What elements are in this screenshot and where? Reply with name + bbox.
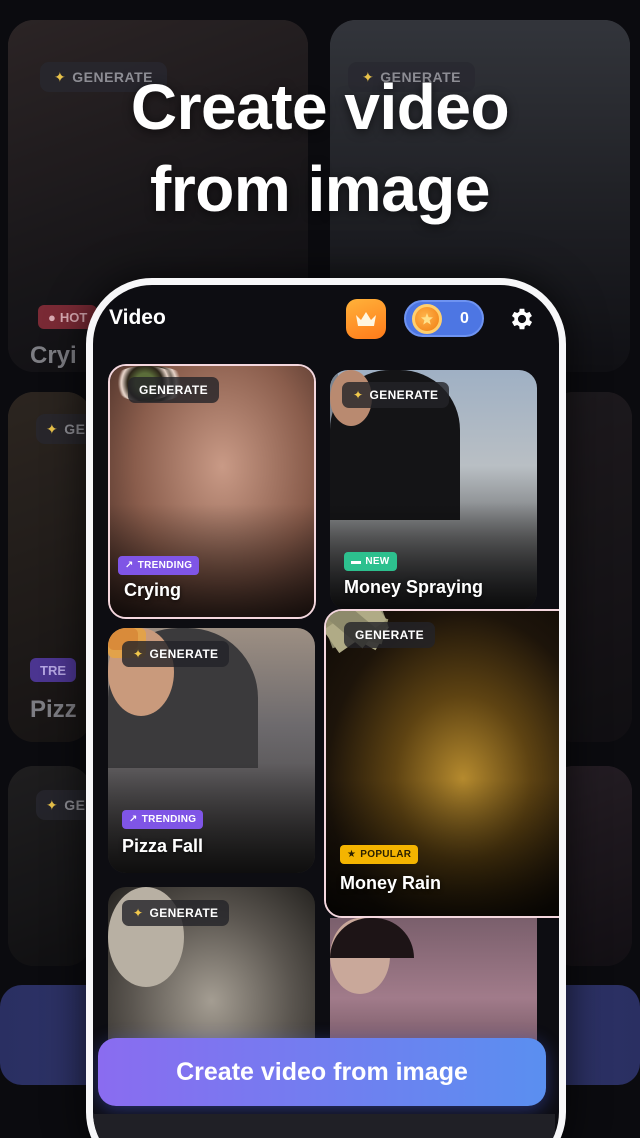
crown-icon [356,312,376,326]
phone-frame: Video 0 GENERATE ↗ TRENDING Crying ✦ GEN… [86,278,566,1138]
gear-icon[interactable] [508,305,536,333]
headline-line-1: Create video [130,71,510,143]
sparkle-icon: ✦ [46,420,59,437]
effect-card-pizza-fall[interactable]: ✦ GENERATE ↗ TRENDING Pizza Fall [108,628,315,873]
effect-card-money-spraying[interactable]: ✦ GENERATE ▬ NEW Money Spraying [330,370,537,610]
coin-count: 0 [460,309,469,327]
effect-card-money-rain[interactable]: GENERATE ★ POPULAR Money Rain [324,609,559,918]
popular-tag: ★ POPULAR [340,845,419,864]
headline-line-2: from image [150,153,490,225]
create-video-button[interactable]: Create video from image [98,1038,546,1106]
trending-tag: ↗ TRENDING [118,556,200,575]
card-title: Pizza Fall [122,836,204,856]
bg-card-pizza: ✦ GE TRE Pizz [8,392,92,742]
app-title: Video [109,306,166,329]
coin-balance-button[interactable]: 0 [404,300,484,337]
trend-up-icon: ↗ [129,814,138,825]
bg-card-vintage: ✦ GE [8,766,92,966]
premium-button[interactable] [346,299,386,339]
card-title: Money Rain [340,873,442,893]
new-tag: ▬ NEW [344,552,397,571]
sparkle-icon: ✦ [46,796,59,813]
tab-bar [93,1114,555,1138]
generate-pill: ✦ GENERATE [122,900,230,926]
generate-pill: ✦ GENERATE [342,382,450,408]
star-icon: ★ [347,849,357,860]
sparkle-icon: ✦ [133,647,144,661]
card-title: Crying [124,580,182,600]
new-icon: ▬ [351,556,362,567]
coin-icon [412,303,442,334]
generate-pill: GENERATE [128,377,219,403]
sparkle-icon: ✦ [353,388,364,402]
fire-icon: ● [48,309,56,325]
generate-pill: GENERATE [344,622,435,648]
card-title: Money Spraying [344,577,484,597]
headline: Create video from image [0,66,640,230]
app-screen: Video 0 GENERATE ↗ TRENDING Crying ✦ GEN… [93,285,559,1138]
generate-pill: ✦ GENERATE [122,641,230,667]
bg-generate-pill: ✦ GE [36,414,92,444]
bg-generate-pill: ✦ GE [36,790,92,820]
bg-card-title: Cryi [30,342,77,369]
trend-up-icon: ↗ [125,560,134,571]
effect-card-crying[interactable]: GENERATE ↗ TRENDING Crying [108,364,316,619]
trending-tag: ↗ TRENDING [122,810,204,829]
sparkle-icon: ✦ [133,906,144,920]
bg-trending-tag: TRE [30,658,76,682]
bg-card-title: Pizz [30,696,77,723]
